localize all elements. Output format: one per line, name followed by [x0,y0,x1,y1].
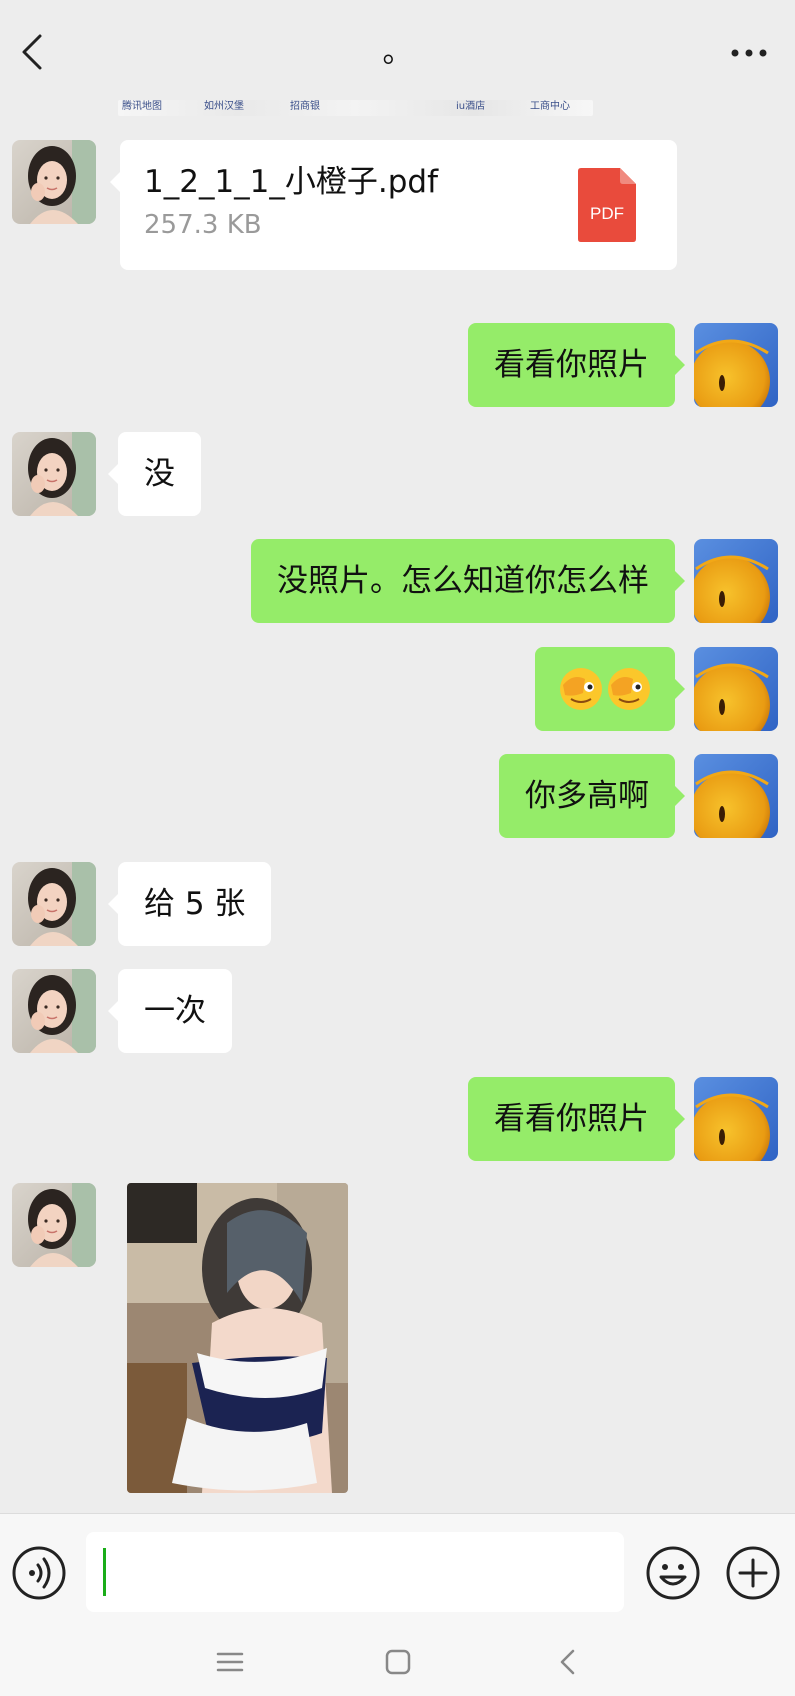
image-message[interactable] [127,1183,348,1493]
strip-label: iu酒店 [456,101,486,112]
nav-menu-button[interactable] [210,1642,250,1682]
file-name: 1_2_1_1_小橙子.pdf [144,164,439,200]
strip-label: 腾讯地图 [122,101,162,112]
contact-avatar[interactable] [12,969,96,1053]
voice-icon [12,1546,66,1600]
system-nav-bar [0,1626,795,1696]
outgoing-emoji-message[interactable] [535,647,685,731]
pdf-file-icon: PDF [578,168,636,242]
emoji-icon [646,1546,700,1600]
voice-button[interactable] [10,1544,68,1602]
my-avatar[interactable] [694,323,778,407]
chat-header: 。 [0,0,795,100]
chat-title: 。 [382,35,413,70]
outgoing-message[interactable]: 看看你照片 [468,1077,685,1161]
my-avatar[interactable] [694,754,778,838]
home-square-icon [385,1649,411,1675]
incoming-message[interactable]: 给 5 张 [107,862,272,946]
outgoing-message[interactable]: 看看你照片 [468,323,685,407]
outgoing-message[interactable]: 你多高啊 [499,754,685,838]
strip-label: 招商银 [290,101,320,112]
more-dots-icon [731,49,767,57]
previous-message-strip: 腾讯地图 如州汉堡 招商银 iu酒店 工商中心 [118,100,593,116]
input-bar [0,1513,795,1626]
emoji-button[interactable] [644,1544,702,1602]
text-caret [103,1548,106,1596]
file-size: 257.3 KB [144,210,262,240]
photo-thumbnail [127,1183,348,1493]
my-avatar[interactable] [694,1077,778,1161]
file-message[interactable]: 1_2_1_1_小橙子.pdf 257.3 KB PDF [110,140,677,270]
face-covering-eye-emoji [560,668,650,710]
menu-icon [216,1652,244,1672]
message-input[interactable] [86,1532,624,1612]
pdf-badge: PDF [590,204,624,223]
contact-avatar[interactable] [12,1183,96,1267]
strip-label: 如州汉堡 [204,101,244,112]
contact-avatar[interactable] [12,432,96,516]
back-triangle-icon [560,1649,575,1675]
outgoing-message[interactable]: 没照片。怎么知道你怎么样 [251,539,685,623]
nav-home-button[interactable] [378,1642,418,1682]
my-avatar[interactable] [694,539,778,623]
incoming-message[interactable]: 一次 [108,969,232,1053]
nav-back-button[interactable] [548,1642,588,1682]
my-avatar[interactable] [694,647,778,731]
contact-avatar[interactable] [12,862,96,946]
strip-label: 工商中心 [530,101,570,112]
more-button[interactable] [727,38,771,68]
contact-avatar[interactable] [12,140,96,224]
incoming-message[interactable]: 没 [108,432,201,516]
plus-icon [726,1546,780,1600]
more-functions-button[interactable] [724,1544,782,1602]
